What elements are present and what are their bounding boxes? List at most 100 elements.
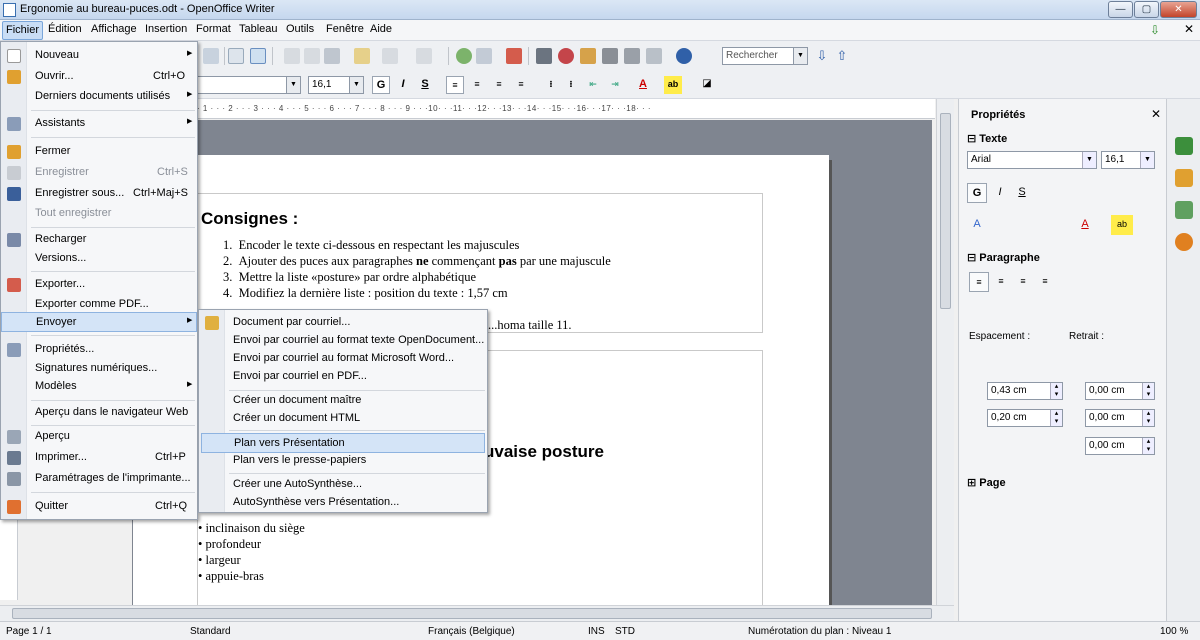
sidebar-font-color-icon[interactable]: A: [1075, 215, 1095, 235]
navigator-icon[interactable]: [558, 48, 574, 64]
close-button[interactable]: ✕: [1160, 1, 1197, 18]
search-input[interactable]: Rechercher ▼: [722, 47, 808, 65]
horizontal-ruler[interactable]: · 1 · · · 2 · · · 3 · · · 4 · · · 5 · · …: [197, 99, 935, 119]
styles-tab-icon[interactable]: [1175, 169, 1193, 187]
menu-item-enregistrer[interactable]: Enregistrer Ctrl+S: [1, 163, 197, 183]
menu-insertion[interactable]: Insertion: [143, 23, 189, 35]
insert-mode[interactable]: INS: [588, 626, 605, 637]
submenu-courriel-word[interactable]: Envoi par courriel au format Microsoft W…: [199, 349, 487, 369]
menu-item-nouveau[interactable]: Nouveau ▶: [1, 46, 197, 66]
copy-icon[interactable]: [304, 48, 320, 64]
find-next-icon[interactable]: ⇩: [814, 48, 830, 64]
menu-outils[interactable]: Outils: [284, 23, 316, 35]
align-right-button[interactable]: ≡: [490, 76, 508, 94]
indent-after-input[interactable]: 0,00 cm ▴ ▾: [1085, 409, 1155, 427]
close-sidebar-icon[interactable]: ✕: [1151, 107, 1161, 121]
menu-item-ouvrir[interactable]: Ouvrir... Ctrl+O: [1, 67, 197, 87]
menu-item-modeles[interactable]: Modèles ▶: [1, 377, 197, 397]
chevron-down-icon[interactable]: ▼: [286, 77, 300, 93]
menu-item-signatures[interactable]: Signatures numériques...: [1, 359, 197, 379]
sidebar-align-left[interactable]: ≡: [969, 272, 989, 292]
submenu-plan-vers-presentation[interactable]: Plan vers Présentation: [201, 433, 485, 453]
sidebar-italic-button[interactable]: I: [991, 183, 1009, 203]
properties-tab-icon[interactable]: [1175, 137, 1193, 155]
numbering-button[interactable]: ⁝: [542, 76, 560, 94]
sidebar-align-right[interactable]: ≡: [1013, 272, 1033, 292]
menu-format[interactable]: Format: [194, 23, 233, 35]
bold-button[interactable]: G: [372, 76, 390, 94]
underline-button[interactable]: S: [416, 76, 434, 94]
redo-icon[interactable]: [416, 48, 432, 64]
sidebar-justify[interactable]: ≡: [1035, 272, 1055, 292]
grow-font-icon[interactable]: A: [967, 215, 987, 235]
selection-mode[interactable]: STD: [615, 626, 635, 637]
align-center-button[interactable]: ≡: [468, 76, 486, 94]
submenu-autosynthese-presentation[interactable]: AutoSynthèse vers Présentation...: [199, 493, 487, 513]
menu-item-tout-enregistrer[interactable]: Tout enregistrer: [1, 204, 197, 224]
spellcheck-icon[interactable]: [228, 48, 244, 64]
menu-item-exporter[interactable]: Exporter...: [1, 275, 197, 295]
data-sources-icon[interactable]: [602, 48, 618, 64]
sidebar-highlight-icon[interactable]: ab: [1111, 215, 1133, 235]
menu-item-parametrages-imprimante[interactable]: Paramétrages de l'imprimante...: [1, 469, 197, 489]
submenu-document-html[interactable]: Créer un document HTML: [199, 409, 487, 429]
bullets-button[interactable]: ⁝: [562, 76, 580, 94]
sidebar-font-name[interactable]: Arial ▼: [967, 151, 1097, 169]
menu-item-versions[interactable]: Versions...: [1, 249, 197, 269]
language-indicator[interactable]: Français (Belgique): [428, 626, 515, 637]
search-dropdown-icon[interactable]: ▼: [793, 48, 807, 64]
clone-formatting-icon[interactable]: [354, 48, 370, 64]
menu-item-apercu[interactable]: Aperçu: [1, 427, 197, 447]
menu-edition[interactable]: Édition: [46, 23, 84, 35]
zoom-percentage[interactable]: 100 %: [1160, 626, 1188, 637]
submenu-document-maitre[interactable]: Créer un document maître: [199, 391, 487, 411]
page-style[interactable]: Standard: [190, 626, 231, 637]
menu-item-recharger[interactable]: Recharger: [1, 230, 197, 250]
section-texte[interactable]: ⊟ Texte: [967, 132, 1007, 145]
maximize-button[interactable]: ▢: [1134, 1, 1159, 18]
page-indicator[interactable]: Page 1 / 1: [6, 626, 52, 637]
spacing-above-input[interactable]: 0,43 cm ▴ ▾: [987, 382, 1063, 400]
horizontal-scrollbar[interactable]: [0, 605, 954, 621]
increase-indent-button[interactable]: ⇥: [606, 76, 624, 94]
close-document-icon[interactable]: ✕: [1184, 22, 1194, 36]
decrease-indent-button[interactable]: ⇤: [584, 76, 602, 94]
section-page[interactable]: ⊞ Page: [967, 476, 1006, 489]
spacing-below-input[interactable]: 0,20 cm ▴ ▾: [987, 409, 1063, 427]
menu-item-envoyer[interactable]: Envoyer ▶: [1, 312, 197, 332]
menu-tableau[interactable]: Tableau: [237, 23, 280, 35]
paste-icon[interactable]: [324, 48, 340, 64]
font-color-button[interactable]: A: [634, 76, 652, 94]
sidebar-align-center[interactable]: ≡: [991, 272, 1011, 292]
menu-item-enregistrer-sous[interactable]: Enregistrer sous... Ctrl+Maj+S: [1, 184, 197, 204]
indent-before-input[interactable]: 0,00 cm ▴ ▾: [1085, 382, 1155, 400]
menu-affichage[interactable]: Affichage: [89, 23, 139, 35]
vertical-scrollbar[interactable]: [936, 99, 954, 605]
menu-item-derniers-documents[interactable]: Derniers documents utilisés ▶: [1, 87, 197, 107]
cut-icon[interactable]: [284, 48, 300, 64]
navigator-tab-icon[interactable]: [1175, 233, 1193, 251]
menu-fichier[interactable]: Fichier: [2, 21, 44, 40]
menu-item-assistants[interactable]: Assistants ▶: [1, 114, 197, 134]
menu-item-imprimer[interactable]: Imprimer... Ctrl+P: [1, 448, 197, 468]
menu-item-fermer[interactable]: Fermer: [1, 142, 197, 162]
background-color-button[interactable]: ◪: [698, 76, 716, 94]
submenu-plan-presse-papiers[interactable]: Plan vers le presse-papiers: [199, 451, 487, 471]
show-draw-functions-icon[interactable]: [506, 48, 522, 64]
menu-fenetre[interactable]: Fenêtre: [324, 23, 366, 35]
menu-item-apercu-web[interactable]: Aperçu dans le navigateur Web: [1, 403, 197, 423]
menu-item-quitter[interactable]: Quitter Ctrl+Q: [1, 497, 197, 517]
menu-aide[interactable]: Aide: [368, 23, 394, 35]
autospellcheck-icon[interactable]: [250, 48, 266, 64]
formatting-marks-icon[interactable]: [624, 48, 640, 64]
italic-button[interactable]: I: [394, 76, 412, 94]
section-paragraphe[interactable]: ⊟ Paragraphe: [967, 251, 1040, 264]
font-name-combo[interactable]: ▼: [197, 76, 301, 94]
submenu-document-par-courriel[interactable]: Document par courriel...: [199, 313, 487, 333]
chevron-down-icon[interactable]: ▼: [349, 77, 363, 93]
gallery-icon[interactable]: [580, 48, 596, 64]
gallery-tab-icon[interactable]: [1175, 201, 1193, 219]
print-preview-icon[interactable]: [203, 48, 219, 64]
update-icon[interactable]: ⇩: [1150, 23, 1160, 37]
highlight-button[interactable]: ab: [664, 76, 682, 94]
